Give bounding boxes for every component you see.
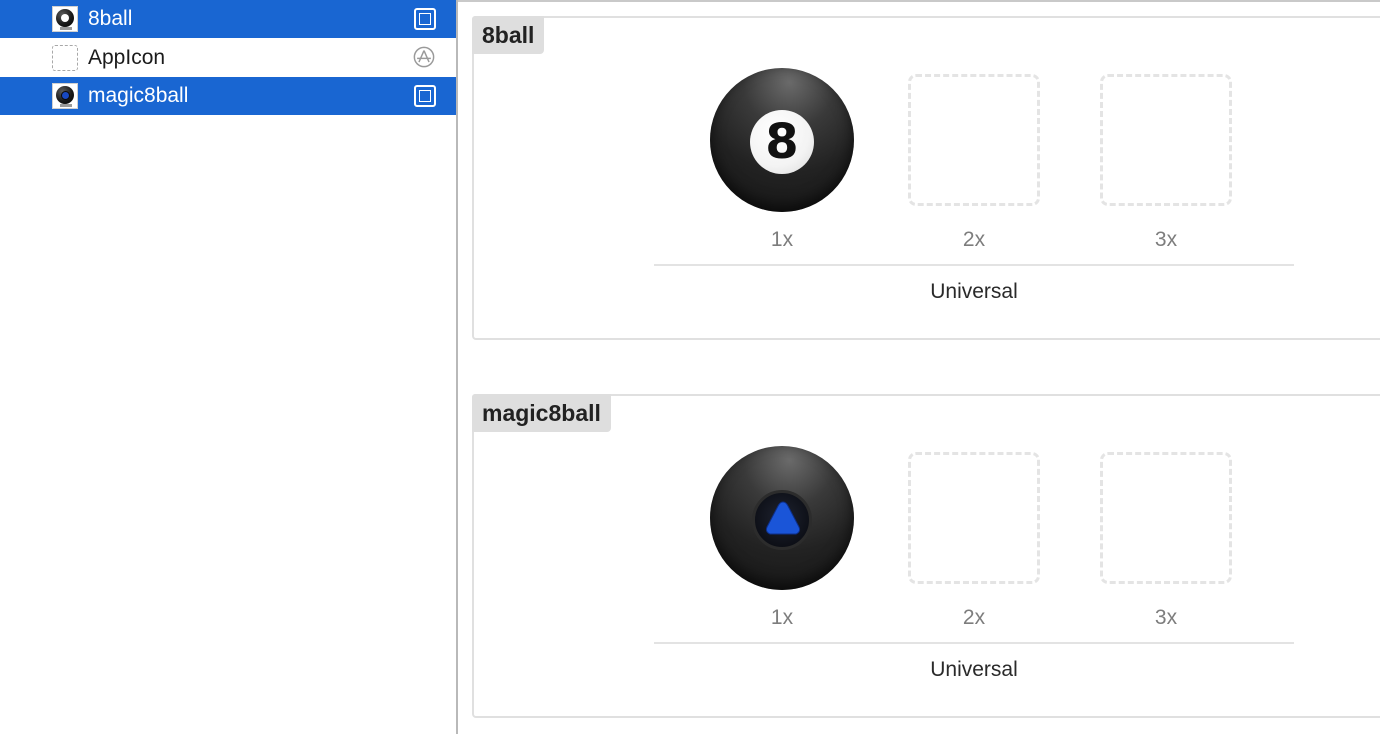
image-set-name[interactable]: 8ball bbox=[472, 16, 545, 54]
empty-slot-placeholder bbox=[908, 74, 1040, 206]
image-slot-2x[interactable] bbox=[902, 68, 1046, 212]
scale-label-1x: 1x bbox=[770, 606, 794, 629]
image-set-name[interactable]: magic8ball bbox=[472, 394, 611, 432]
eight-number: 8 bbox=[750, 110, 814, 174]
empty-placeholder-icon bbox=[52, 45, 78, 71]
asset-list-sidebar: 8ball AppIcon magic8ball bbox=[0, 0, 456, 734]
image-set-panel-magic8ball: magic8ball 1x 2x 3x Universal bbox=[472, 394, 1380, 718]
answer-window bbox=[752, 490, 812, 550]
scale-label-3x: 3x bbox=[1154, 228, 1178, 251]
scale-label-1x: 1x bbox=[770, 228, 794, 251]
image-set-panel-8ball: 8ball 8 1x 2x 3x Universal bbox=[472, 16, 1380, 340]
scale-label-2x: 2x bbox=[962, 606, 986, 629]
image-slot-1x[interactable]: 8 bbox=[710, 68, 854, 212]
sidebar-item-8ball[interactable]: 8ball bbox=[0, 0, 456, 38]
image-slot-3x[interactable] bbox=[1094, 446, 1238, 590]
empty-slot-placeholder bbox=[1100, 74, 1232, 206]
image-set-badge-icon bbox=[414, 85, 436, 107]
answer-triangle-icon bbox=[765, 501, 801, 535]
scale-label-2x: 2x bbox=[962, 228, 986, 251]
app-store-icon bbox=[413, 46, 435, 68]
image-slot-1x[interactable] bbox=[710, 446, 854, 590]
sidebar-item-appicon[interactable]: AppIcon bbox=[0, 39, 456, 77]
device-group-divider bbox=[654, 264, 1294, 266]
scale-label-3x: 3x bbox=[1154, 606, 1178, 629]
magic-eight-ball-thumbnail-icon bbox=[52, 83, 78, 109]
empty-slot-placeholder bbox=[1100, 452, 1232, 584]
top-divider bbox=[458, 0, 1380, 2]
image-slot-2x[interactable] bbox=[902, 446, 1046, 590]
sidebar-item-label: magic8ball bbox=[88, 84, 189, 107]
asset-detail-area: 8ball 8 1x 2x 3x Universal magic8ball 1x… bbox=[458, 0, 1380, 734]
sidebar-item-label: 8ball bbox=[88, 7, 133, 30]
device-group-label: Universal bbox=[930, 658, 1018, 681]
magic-eight-ball-image bbox=[710, 446, 854, 590]
sidebar-item-label: AppIcon bbox=[88, 46, 166, 69]
eight-ball-image: 8 bbox=[710, 68, 854, 212]
device-group-divider bbox=[654, 642, 1294, 644]
eight-ball-thumbnail-icon bbox=[52, 6, 78, 32]
asset-catalog-window: 8ball AppIcon magic8ball 8ball 8 1x 2x 3… bbox=[0, 0, 1380, 734]
sidebar-item-magic8ball[interactable]: magic8ball bbox=[0, 77, 456, 115]
device-group-label: Universal bbox=[930, 280, 1018, 303]
image-slot-3x[interactable] bbox=[1094, 68, 1238, 212]
image-set-badge-icon bbox=[414, 8, 436, 30]
empty-slot-placeholder bbox=[908, 452, 1040, 584]
